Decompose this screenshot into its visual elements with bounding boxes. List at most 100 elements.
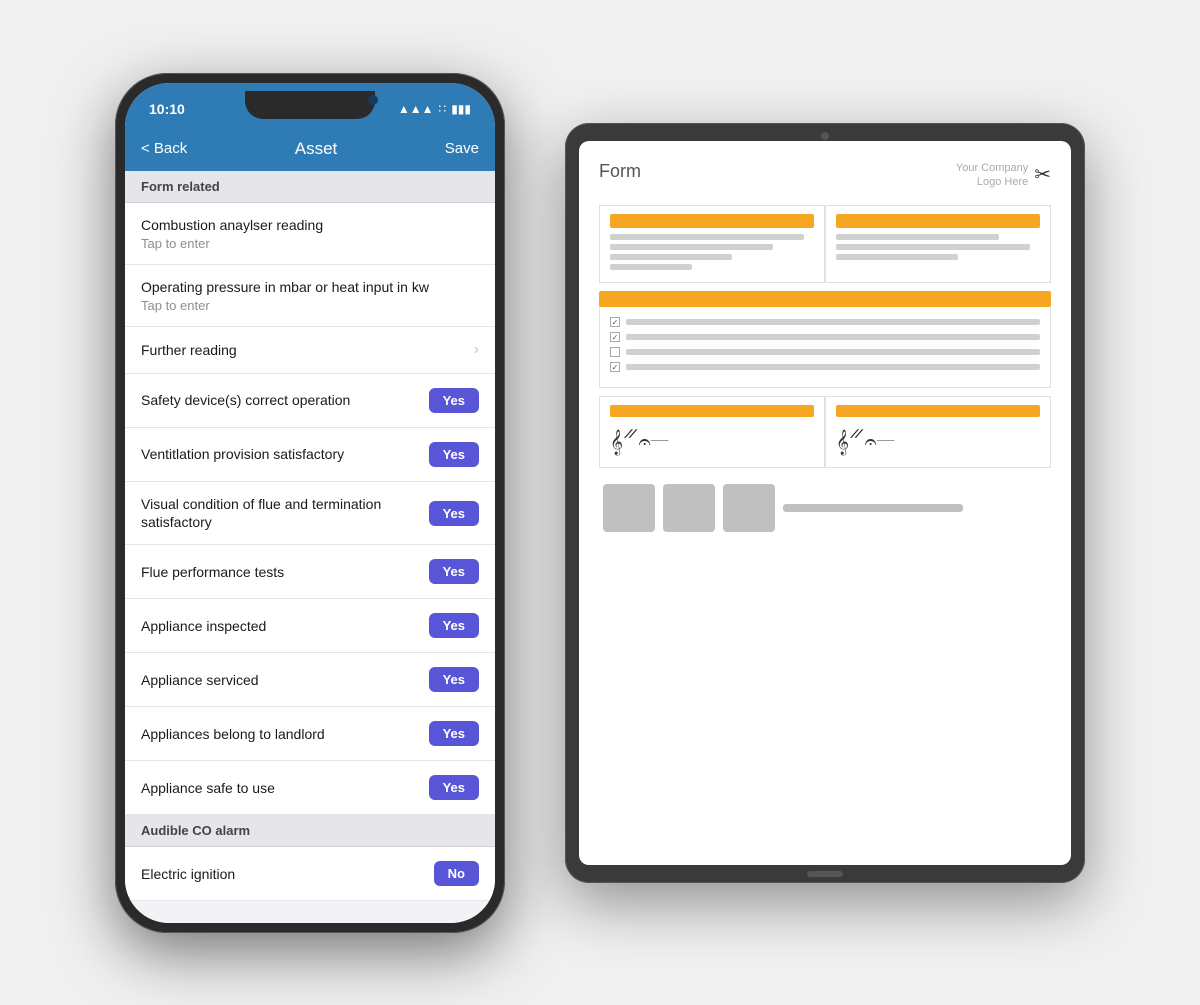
doc-line	[626, 349, 1040, 355]
checkbox-3	[610, 347, 620, 357]
wifi-icon: ∷	[439, 102, 447, 116]
section-header-form-related: Form related	[125, 171, 495, 203]
doc-line	[836, 244, 1030, 250]
item-label-safety-devices: Safety device(s) correct operation	[141, 391, 429, 409]
doc-cell-top-left	[599, 205, 825, 283]
doc-line	[836, 254, 958, 260]
doc-logo-area: Your Company Logo Here ✂	[956, 161, 1051, 190]
signature-right: 𝄞𝄓𝄐𝄖	[836, 425, 1040, 459]
doc-line	[610, 254, 732, 260]
item-label-appliance-inspected: Appliance inspected	[141, 617, 429, 635]
list-item-combustion[interactable]: Combustion anaylser reading Tap to enter	[125, 203, 495, 265]
thumbnail-2[interactable]	[663, 484, 715, 532]
item-label-ventilation: Ventitlation provision satisfactory	[141, 445, 429, 463]
section-header-audible-co: Audible CO alarm	[125, 815, 495, 847]
doc-cell-header-tr	[836, 214, 1040, 228]
badge-appliance-safe[interactable]: Yes	[429, 775, 479, 800]
list-item-appliances-landlord[interactable]: Appliances belong to landlord Yes	[125, 707, 495, 761]
badge-safety-devices[interactable]: Yes	[429, 388, 479, 413]
signature-left: 𝄞𝄓𝄐𝄖	[610, 425, 814, 459]
status-icons: ▲▲▲ ∷ ▮▮▮	[398, 102, 471, 116]
doc-logo-text: Your Company Logo Here	[956, 161, 1028, 190]
list-item-electric-ignition[interactable]: Electric ignition No	[125, 847, 495, 901]
list-item-safety-devices[interactable]: Safety device(s) correct operation Yes	[125, 374, 495, 428]
badge-appliance-inspected[interactable]: Yes	[429, 613, 479, 638]
doc-line	[836, 234, 999, 240]
back-button[interactable]: < Back	[141, 140, 187, 157]
list-item-operating-pressure[interactable]: Operating pressure in mbar or heat input…	[125, 265, 495, 327]
save-button[interactable]: Save	[445, 140, 479, 157]
badge-flue-performance[interactable]: Yes	[429, 559, 479, 584]
item-label-combustion: Combustion anaylser reading	[141, 216, 323, 234]
nav-bar: < Back Asset Save	[125, 127, 495, 171]
item-label-flue-performance: Flue performance tests	[141, 563, 429, 581]
doc-line	[626, 364, 1040, 370]
document-container: Form Your Company Logo Here ✂	[579, 141, 1071, 865]
battery-icon: ▮▮▮	[451, 102, 471, 116]
doc-sig-header-left	[610, 405, 814, 417]
tablet-device: Form Your Company Logo Here ✂	[565, 123, 1085, 883]
item-sub-combustion: Tap to enter	[141, 236, 323, 251]
item-label-further-reading: Further reading	[141, 341, 466, 359]
doc-line	[610, 244, 773, 250]
phone-content: Form related Combustion anaylser reading…	[125, 171, 495, 923]
thumbnail-3[interactable]	[723, 484, 775, 532]
phone-camera	[368, 95, 378, 105]
list-item-flue-performance[interactable]: Flue performance tests Yes	[125, 545, 495, 599]
doc-line	[610, 264, 692, 270]
doc-sig-header-right	[836, 405, 1040, 417]
doc-checkbox-row-3	[610, 347, 1040, 357]
badge-visual-condition[interactable]: Yes	[429, 501, 479, 526]
item-label-operating-pressure: Operating pressure in mbar or heat input…	[141, 278, 429, 296]
tablet-screen: Form Your Company Logo Here ✂	[579, 141, 1071, 865]
checkbox-2: ✓	[610, 332, 620, 342]
list-item-appliance-safe[interactable]: Appliance safe to use Yes	[125, 761, 495, 815]
list-item-appliance-inspected[interactable]: Appliance inspected Yes	[125, 599, 495, 653]
list-item-appliance-serviced[interactable]: Appliance serviced Yes	[125, 653, 495, 707]
thumbnail-label	[783, 504, 963, 512]
doc-title: Form	[599, 161, 641, 182]
phone-device: 10:10 ▲▲▲ ∷ ▮▮▮ < Back Asset Save Form r…	[115, 73, 505, 933]
tablet-camera	[821, 132, 829, 140]
item-label-appliance-serviced: Appliance serviced	[141, 671, 429, 689]
doc-checkbox-row-4: ✓	[610, 362, 1040, 372]
signal-icon: ▲▲▲	[398, 102, 434, 116]
nav-title: Asset	[295, 139, 338, 159]
status-time: 10:10	[149, 101, 185, 117]
doc-sig-cell-left: 𝄞𝄓𝄐𝄖	[599, 396, 825, 468]
doc-checkbox-section: ✓ ✓ ✓	[599, 307, 1051, 388]
phone-screen: 10:10 ▲▲▲ ∷ ▮▮▮ < Back Asset Save Form r…	[125, 83, 495, 923]
doc-checkbox-row-1: ✓	[610, 317, 1040, 327]
badge-electric-ignition[interactable]: No	[434, 861, 479, 886]
doc-cell-top-right	[825, 205, 1051, 283]
doc-thumbnails	[599, 484, 1051, 532]
doc-line	[610, 234, 804, 240]
item-label-electric-ignition: Electric ignition	[141, 865, 434, 883]
tablet-home-button[interactable]	[807, 871, 843, 877]
badge-ventilation[interactable]: Yes	[429, 442, 479, 467]
doc-line	[626, 334, 1040, 340]
checkbox-4: ✓	[610, 362, 620, 372]
doc-header: Form Your Company Logo Here ✂	[599, 161, 1051, 190]
phone-notch	[245, 91, 375, 119]
list-item-ventilation[interactable]: Ventitlation provision satisfactory Yes	[125, 428, 495, 482]
thumbnail-1[interactable]	[603, 484, 655, 532]
chevron-right-icon: ›	[474, 341, 479, 359]
item-sub-operating-pressure: Tap to enter	[141, 298, 429, 313]
doc-sig-cell-right: 𝄞𝄓𝄐𝄖	[825, 396, 1051, 468]
item-label-appliance-safe: Appliance safe to use	[141, 779, 429, 797]
item-label-visual-condition: Visual condition of flue and termination…	[141, 495, 429, 531]
badge-appliances-landlord[interactable]: Yes	[429, 721, 479, 746]
list-item-further-reading[interactable]: Further reading ›	[125, 327, 495, 374]
doc-orange-row	[599, 291, 1051, 307]
doc-checkbox-row-2: ✓	[610, 332, 1040, 342]
doc-sig-grid: 𝄞𝄓𝄐𝄖 𝄞𝄓𝄐𝄖	[599, 396, 1051, 468]
tools-icon: ✂	[1034, 162, 1051, 187]
checkbox-1: ✓	[610, 317, 620, 327]
doc-line	[626, 319, 1040, 325]
list-item-visual-condition[interactable]: Visual condition of flue and termination…	[125, 482, 495, 545]
badge-appliance-serviced[interactable]: Yes	[429, 667, 479, 692]
doc-cell-header-tl	[610, 214, 814, 228]
item-label-appliances-landlord: Appliances belong to landlord	[141, 725, 429, 743]
doc-top-grid	[599, 205, 1051, 283]
